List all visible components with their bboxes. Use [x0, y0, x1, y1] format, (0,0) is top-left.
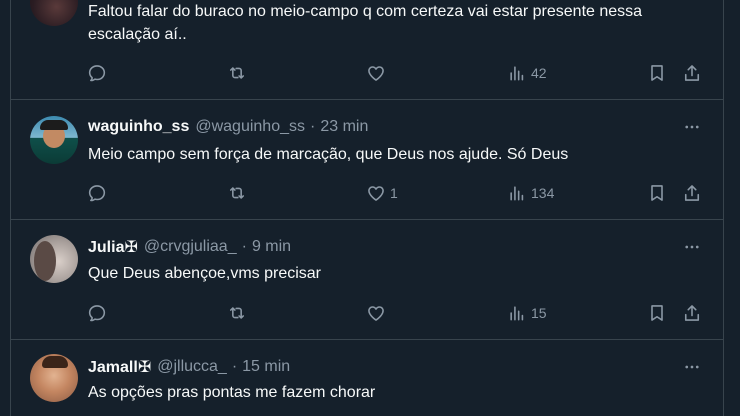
- separator-dot: ·: [310, 118, 316, 135]
- heart-icon: [368, 306, 384, 321]
- like-count: 1: [390, 185, 398, 201]
- tweet-actions: 15: [11, 302, 723, 324]
- share-icon: [684, 65, 700, 81]
- tweet-text: Meio campo sem força de marcação, que De…: [88, 146, 569, 163]
- like-button[interactable]: 1: [366, 182, 398, 204]
- avatar[interactable]: [30, 116, 78, 164]
- tweet-actions: 1 134: [11, 182, 723, 204]
- reply-icon: [88, 305, 106, 322]
- avatar[interactable]: [30, 0, 78, 26]
- more-button[interactable]: [681, 356, 703, 378]
- tweet-actions: 42: [11, 62, 723, 84]
- reply-button[interactable]: [87, 182, 111, 204]
- retweet-icon: [229, 187, 245, 199]
- more-button[interactable]: [681, 116, 703, 138]
- avatar-hair-shape: [42, 356, 68, 368]
- more-icon: [685, 125, 699, 129]
- user-handle[interactable]: @jllucca_: [157, 358, 227, 376]
- more-button[interactable]: [681, 236, 703, 258]
- tweet-0[interactable]: Faltou falar do buraco no meio-campo q c…: [11, 0, 723, 99]
- retweet-icon: [229, 67, 245, 79]
- heart-icon: [368, 186, 384, 201]
- timestamp[interactable]: 23 min: [320, 118, 368, 136]
- bookmark-button[interactable]: [647, 62, 667, 84]
- heart-icon: [368, 66, 384, 81]
- bookmark-button[interactable]: [647, 182, 667, 204]
- display-name[interactable]: waguinho_ss: [88, 118, 189, 136]
- tweet-text: Que Deus abençoe,vms precisar: [88, 265, 321, 282]
- tweet-header: Julia✠ @crvgjuliaa_ · 9 min: [88, 236, 703, 258]
- share-button[interactable]: [682, 62, 702, 84]
- bookmark-icon: [651, 185, 663, 201]
- more-icon: [685, 245, 699, 249]
- views-count: 15: [531, 305, 547, 321]
- timestamp[interactable]: 9 min: [252, 238, 291, 256]
- bookmark-icon: [651, 65, 663, 81]
- separator-dot: ·: [241, 238, 247, 255]
- timeline-feed: Faltou falar do buraco no meio-campo q c…: [10, 0, 724, 416]
- views-icon: [510, 186, 524, 201]
- views-count: 134: [531, 185, 555, 201]
- avatar-cap-shape: [40, 120, 68, 130]
- views-icon: [510, 306, 524, 321]
- like-button[interactable]: [366, 62, 390, 84]
- retweet-button[interactable]: [227, 302, 251, 324]
- user-handle[interactable]: @crvgjuliaa_: [144, 238, 237, 256]
- avatar[interactable]: [30, 235, 78, 283]
- tweet-header: waguinho_ss @waguinho_ss · 23 min: [88, 116, 703, 138]
- views-button[interactable]: 42: [507, 62, 547, 84]
- bookmark-icon: [651, 305, 663, 321]
- like-button[interactable]: [366, 302, 390, 324]
- share-icon: [684, 305, 700, 321]
- user-handle[interactable]: @waguinho_ss: [195, 118, 305, 136]
- tweet-3[interactable]: Jamall✠ @jllucca_ · 15 min As opções pra…: [11, 339, 723, 416]
- separator-dot: ·: [231, 358, 238, 375]
- tweet-text: Faltou falar do buraco no meio-campo q c…: [88, 3, 643, 43]
- reply-button[interactable]: [87, 302, 111, 324]
- display-name[interactable]: Julia✠: [88, 237, 138, 257]
- tweet-header: Jamall✠ @jllucca_ · 15 min: [88, 356, 703, 378]
- tweet-2[interactable]: Julia✠ @crvgjuliaa_ · 9 min Que Deus abe…: [11, 219, 723, 339]
- share-button[interactable]: [682, 182, 702, 204]
- avatar[interactable]: [30, 354, 78, 402]
- display-name[interactable]: Jamall✠: [88, 357, 151, 377]
- retweet-icon: [229, 307, 245, 319]
- reply-icon: [88, 185, 106, 202]
- retweet-button[interactable]: [227, 182, 251, 204]
- views-button[interactable]: 134: [507, 182, 554, 204]
- share-icon: [684, 185, 700, 201]
- bookmark-button[interactable]: [647, 302, 667, 324]
- timestamp[interactable]: 15 min: [242, 358, 290, 376]
- tweet-1[interactable]: waguinho_ss @waguinho_ss · 23 min Meio c…: [11, 99, 723, 219]
- views-button[interactable]: 15: [507, 302, 547, 324]
- tweet-text: As opções pras pontas me fazem chorar: [88, 384, 376, 401]
- avatar-hair-shape: [34, 241, 56, 281]
- reply-button[interactable]: [87, 62, 111, 84]
- reply-icon: [88, 65, 106, 82]
- share-button[interactable]: [682, 302, 702, 324]
- views-icon: [510, 66, 524, 81]
- more-icon: [685, 365, 699, 369]
- retweet-button[interactable]: [227, 62, 251, 84]
